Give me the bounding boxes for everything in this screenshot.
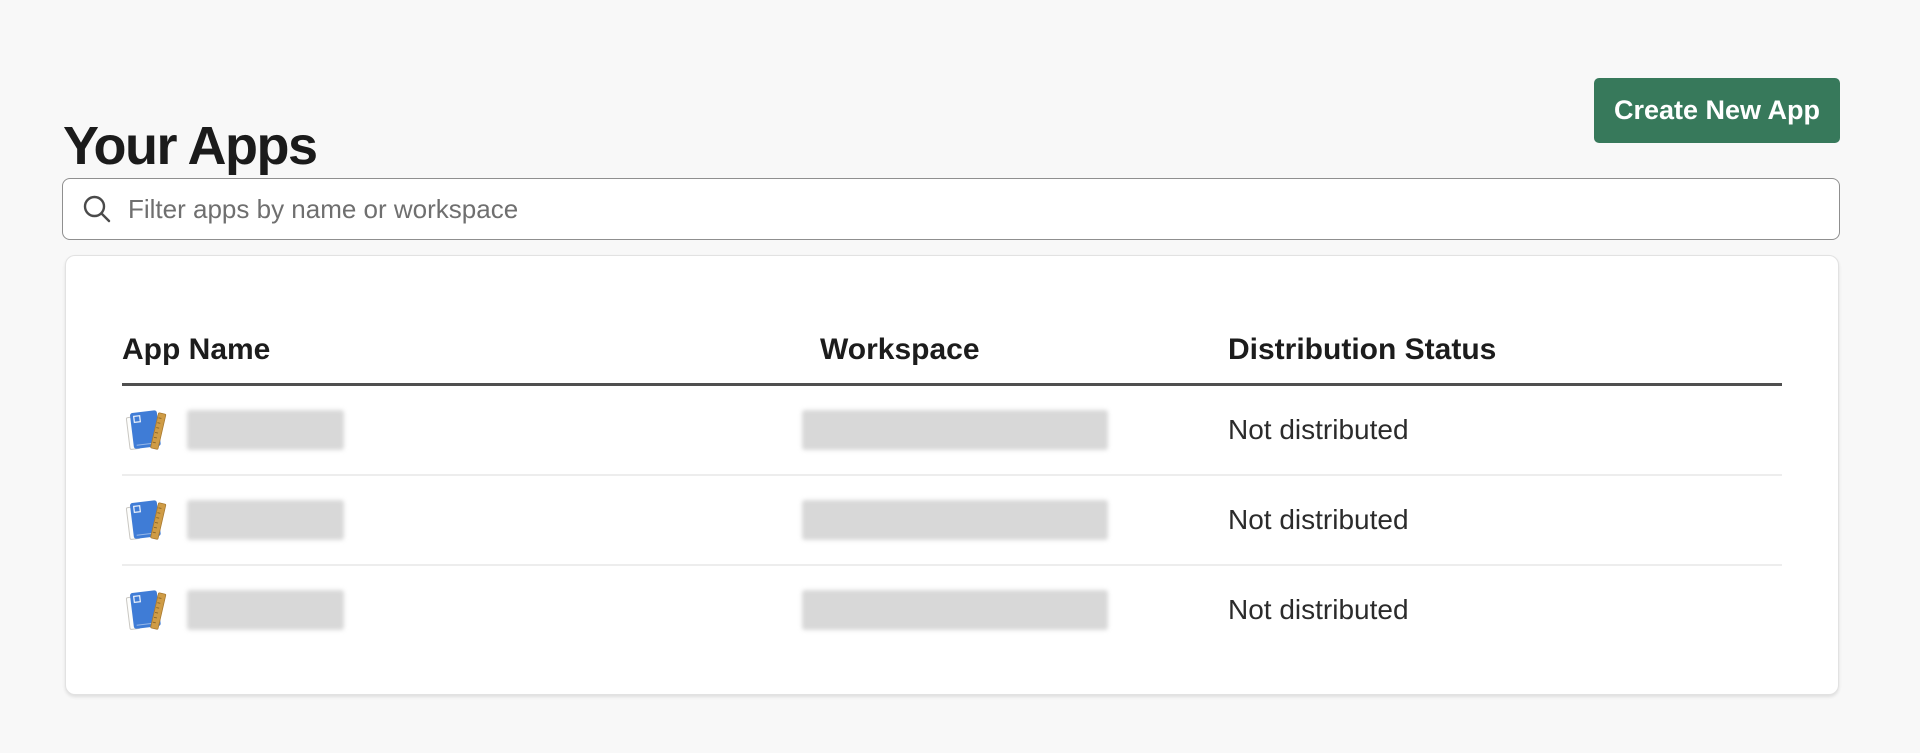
- redacted-app-name: [187, 500, 344, 540]
- redacted-workspace-name: [802, 590, 1108, 630]
- column-header-distribution-status: Distribution Status: [1228, 333, 1782, 367]
- create-new-app-button[interactable]: Create New App: [1594, 78, 1840, 143]
- workspace-cell: [802, 410, 1228, 450]
- apps-table-body: Not distributed: [122, 386, 1782, 654]
- default-app-icon: [122, 407, 169, 454]
- app-name-cell[interactable]: [122, 497, 802, 544]
- row-status: Not distributed: [1228, 594, 1782, 626]
- workspace-cell: [802, 500, 1228, 540]
- search-icon: [81, 193, 113, 225]
- app-table-row[interactable]: Not distributed: [122, 566, 1782, 654]
- redacted-app-name: [187, 410, 344, 450]
- column-header-workspace: Workspace: [802, 333, 1228, 367]
- default-app-icon: [122, 587, 169, 634]
- column-header-app-name: App Name: [122, 333, 802, 367]
- redacted-workspace-name: [802, 500, 1108, 540]
- app-name-cell[interactable]: [122, 587, 802, 634]
- filter-apps-searchbar[interactable]: [62, 178, 1840, 240]
- redacted-app-name: [187, 590, 344, 630]
- default-app-icon: [122, 497, 169, 544]
- filter-apps-input[interactable]: [126, 193, 1821, 226]
- apps-card: App Name Workspace Distribution Status: [65, 255, 1839, 695]
- row-status: Not distributed: [1228, 504, 1782, 536]
- apps-table-header: App Name Workspace Distribution Status: [122, 256, 1782, 386]
- redacted-workspace-name: [802, 410, 1108, 450]
- app-name-cell[interactable]: [122, 407, 802, 454]
- row-status: Not distributed: [1228, 414, 1782, 446]
- app-table-row[interactable]: Not distributed: [122, 476, 1782, 566]
- page-title: Your Apps: [63, 116, 317, 176]
- workspace-cell: [802, 590, 1228, 630]
- app-table-row[interactable]: Not distributed: [122, 386, 1782, 476]
- apps-table: App Name Workspace Distribution Status: [122, 256, 1782, 654]
